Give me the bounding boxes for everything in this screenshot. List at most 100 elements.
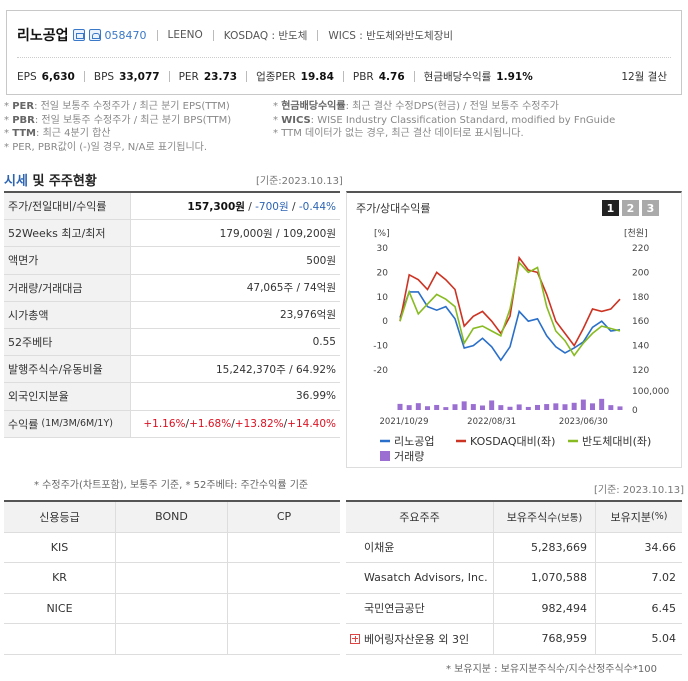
volume-bar [434,404,440,410]
volume-bar [580,399,586,410]
dotted-divider [17,57,671,58]
volume-bar [470,404,476,410]
volume-bar [599,398,605,410]
divider [212,29,214,41]
right-tick-label: 120 [632,366,649,376]
table-row: 주가/전일대비/수익률 157,300원 / -700원 / -0.44% [4,193,340,221]
volume-tick-label: 0 [632,406,638,416]
right-tick-label: 140 [632,342,649,352]
chart-title: 주가/상대수익률 [356,202,431,215]
table-row: KR [4,563,340,594]
english-name: LEENO [167,29,203,41]
table-header: 신용등급 BOND CP [4,502,340,533]
volume-bar [525,406,531,410]
table-row: 액면가 500원 [4,247,340,275]
volume-bar [617,406,623,410]
legend-swatch-volume [380,451,390,461]
volume-bar [535,404,540,410]
table-row: NICE [4,593,340,624]
divider [156,29,158,41]
volume-bar [406,405,412,410]
volume-bar [489,400,495,410]
left-tick-label: 20 [377,268,389,278]
table-row: 베어링자산운용 외 3인 768,959 5.04 [346,624,682,655]
volume-bar [425,406,430,410]
table-row: 수익률 (1M/3M/6M/1Y) +1.16%/+1.68%/+13.82%/+… [4,410,340,438]
left-tick-label: -20 [373,366,388,376]
volume-bar [516,404,522,410]
table-header: 주요주주 보유주식수 (보통) 보유지분 (%) [346,502,682,533]
metric-pbr: PBR 4.76 [352,70,405,83]
x-tick-label: 2023/06/30 [559,417,608,427]
volume-bar [461,401,467,410]
volume-bar [480,405,485,410]
fiscal-year-label: 12월 결산 [621,71,667,83]
series-line [399,291,621,362]
expand-plus-icon[interactable] [350,633,360,644]
company-info-icon[interactable] [72,29,85,41]
volume-bar [608,405,614,410]
series-line [399,255,621,348]
right-axis-unit: [천원] [624,228,648,239]
volume-bar [507,406,513,410]
table-row: 외국인지분율 36.99% [4,383,340,411]
base-date: [기준:2023.10.13] [256,176,343,187]
notes-right: * 현금배당수익률: 최근 결산 수정DPS(현금) / 전일 보통주 수정주가… [273,101,616,139]
volume-bar [590,403,595,410]
chart-page-3[interactable]: 3 [642,200,659,216]
right-tick-label: 200 [632,268,649,278]
legend-volume: 거래량 [394,450,424,463]
base-date-2: [기준: 2023.10.13] [594,485,685,496]
x-tick-label: 2022/08/31 [467,417,516,427]
table-row: Wasatch Advisors, Inc. 1,070,588 7.02 [346,563,682,594]
x-tick-label: 2021/10/29 [380,417,429,427]
right-tick-label: 180 [632,293,649,303]
quote-table: 주가/전일대비/수익률 157,300원 / -700원 / -0.44% 52… [4,191,340,438]
returns-value: +1.16%/+1.68%/+13.82%/+14.40% [143,417,336,430]
volume-bar [443,407,449,410]
shareholders-note: * 보유지분 : 보유지분주식수/지수산정주식수*100 [446,664,657,675]
metric-per: PER 23.73 [178,70,238,83]
table-row: 52Weeks 최고/최저 179,000원 / 109,200원 [4,220,340,248]
market-label: KOSDAQ : 반도체 [223,29,308,42]
chart-page-1[interactable]: 1 [602,200,619,216]
home-icon[interactable] [88,29,101,41]
row-label: 주가/전일대비/수익률 [4,193,131,220]
right-tick-label: 220 [632,244,649,254]
price-chart: [%] [천원] 30 20 10 0 -10 -20 220 200 180 160 140 12… [373,228,669,463]
wics-label: WICS : 반도체와반도체장비 [328,29,454,42]
table-row: 시가총액 23,976억원 [4,301,340,329]
volume-tick-label: 100,000 [632,387,669,397]
section-title: 시세 및 주주현황 [4,174,97,189]
left-tick-label: 10 [377,293,389,303]
volume-bar [562,404,568,410]
volume-bar [397,403,403,410]
volume-bar [544,404,550,410]
metrics-row: EPS 6,630 BPS 33,077 PER 23.73 업종PER 19.84 P… [17,69,533,84]
metric-bps: BPS 33,077 [93,70,160,83]
left-tick-label: 0 [382,317,388,327]
chart-page-2[interactable]: 2 [622,200,639,216]
notes-left: * PER: 전일 보통주 수정주가 / 최근 분기 EPS(TTM) * PB… [4,101,232,153]
table-row: 52주베타 0.55 [4,328,340,357]
company-header: 리노공업 058470 LEENO KOSDAQ : 반도체 WICS : 반도… [6,10,682,95]
volume-bar [571,402,577,410]
price-value: 157,300원 / -700원 / -0.44% [187,200,336,213]
table-row: 국민연금공단 982,494 6.45 [346,593,682,624]
left-tick-label: -10 [373,342,388,352]
volume-bar [415,403,421,410]
stock-code: 058470 [104,28,147,42]
right-tick-label: 160 [632,317,649,327]
company-name[interactable]: 리노공업 [17,25,69,45]
quote-note: * 수정주가(차트포함), 보통주 기준, * 52주베타: 주간수익률 기준 [34,480,309,491]
metric-dividend-yield: 현금배당수익률 1.91% [423,71,533,83]
legend-semis: 반도체대비(좌) [582,435,651,448]
divider [317,29,319,41]
table-row [4,624,340,655]
left-axis-unit: [%] [374,229,390,239]
legend-kosdaq: KOSDAQ대비(좌) [470,435,555,448]
chart-pager: 1 2 3 [602,200,659,216]
table-row: KIS [4,532,340,563]
volume-bar [553,403,559,410]
table-row: 거래량/거래대금 47,065주 / 74억원 [4,274,340,302]
